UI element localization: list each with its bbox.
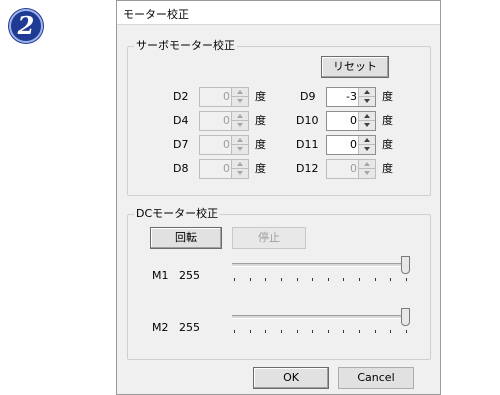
slider-tick — [327, 330, 329, 333]
slider-tick — [265, 330, 267, 333]
spinner-arrows-icon[interactable] — [231, 112, 248, 130]
slider-tick — [265, 278, 267, 281]
m2-slider[interactable] — [230, 308, 410, 340]
spinner-arrows-icon[interactable] — [231, 136, 248, 154]
reset-button[interactable]: リセット — [321, 56, 389, 78]
slider-tick — [312, 278, 314, 281]
step-number-badge: 2 — [9, 9, 43, 43]
slider-tick — [343, 278, 345, 281]
slider-tick — [343, 330, 345, 333]
slider-tick — [406, 278, 407, 281]
slider-tick — [249, 278, 251, 281]
slider-tick — [390, 330, 392, 333]
unit-degree-label: 度 — [255, 90, 266, 103]
slider-tick — [359, 330, 361, 333]
servo-group-title: サーボモーター校正 — [134, 39, 237, 53]
unit-degree-label: 度 — [382, 162, 393, 175]
m1-value: 255 — [179, 269, 200, 282]
m2-slider-ticks — [234, 330, 407, 334]
spinner-arrows-icon[interactable] — [358, 112, 375, 130]
servo-spinner-d9[interactable]: -3 — [326, 87, 376, 107]
servo-label-d7: D7 — [173, 138, 189, 151]
slider-tick — [359, 278, 361, 281]
servo-label-d9: D9 — [300, 90, 316, 103]
m2-slider-track — [232, 315, 404, 319]
servo-spinner-d10[interactable]: 0 — [326, 111, 376, 131]
m1-slider-thumb[interactable] — [401, 256, 410, 274]
servo-label-d11: D11 — [296, 138, 319, 151]
servo-calibration-group: サーボモーター校正 リセット D2 0 度 D9 -3 度 D4 0 度 D10… — [127, 39, 431, 196]
slider-tick — [280, 278, 282, 281]
slider-tick — [280, 330, 282, 333]
motor-calibration-dialog: モーター校正 サーボモーター校正 リセット D2 0 度 D9 -3 度 D4 … — [116, 0, 441, 395]
servo-spinner-d11[interactable]: 0 — [326, 135, 376, 155]
spinner-arrows-icon[interactable] — [358, 136, 375, 154]
servo-value-d2: 0 — [223, 90, 230, 103]
cancel-button[interactable]: Cancel — [338, 367, 414, 389]
m2-label: M2 — [152, 321, 169, 334]
spinner-arrows-icon[interactable] — [231, 88, 248, 106]
slider-tick — [312, 330, 314, 333]
servo-label-d12: D12 — [296, 162, 319, 175]
m1-slider-track — [232, 263, 404, 267]
servo-label-d10: D10 — [296, 114, 319, 127]
m1-slider-ticks — [234, 278, 407, 282]
m1-label: M1 — [152, 269, 169, 282]
slider-tick — [296, 330, 298, 333]
slider-tick — [249, 330, 251, 333]
title-bar: モーター校正 — [117, 1, 440, 25]
spinner-arrows-icon[interactable] — [358, 88, 375, 106]
spinner-arrows-icon[interactable] — [358, 160, 375, 178]
servo-spinner-d2[interactable]: 0 — [199, 87, 249, 107]
servo-label-d8: D8 — [173, 162, 189, 175]
dialog-title: モーター校正 — [123, 8, 189, 21]
unit-degree-label: 度 — [255, 162, 266, 175]
dc-group-title: DCモーター校正 — [134, 207, 221, 221]
slider-tick — [327, 278, 329, 281]
servo-value-d10: 0 — [350, 114, 357, 127]
servo-spinner-d7[interactable]: 0 — [199, 135, 249, 155]
servo-label-d2: D2 — [173, 90, 189, 103]
m2-value: 255 — [179, 321, 200, 334]
unit-degree-label: 度 — [382, 90, 393, 103]
servo-value-d8: 0 — [223, 162, 230, 175]
servo-value-d11: 0 — [350, 138, 357, 151]
servo-value-d12: 0 — [350, 162, 357, 175]
slider-tick — [234, 278, 235, 281]
servo-value-d4: 0 — [223, 114, 230, 127]
unit-degree-label: 度 — [382, 114, 393, 127]
slider-tick — [234, 330, 235, 333]
unit-degree-label: 度 — [255, 138, 266, 151]
slider-tick — [406, 330, 407, 333]
servo-value-d9: -3 — [346, 90, 357, 103]
dc-motor-calibration-group: DCモーター校正 回転 停止 M1 255 M2 255 — [127, 207, 431, 360]
spinner-arrows-icon[interactable] — [231, 160, 248, 178]
servo-spinner-d12[interactable]: 0 — [326, 159, 376, 179]
rotate-button[interactable]: 回転 — [150, 227, 222, 249]
unit-degree-label: 度 — [382, 138, 393, 151]
servo-spinner-d8[interactable]: 0 — [199, 159, 249, 179]
slider-tick — [374, 278, 376, 281]
m2-slider-thumb[interactable] — [401, 308, 410, 326]
ok-button[interactable]: OK — [253, 367, 329, 389]
servo-label-d4: D4 — [173, 114, 189, 127]
servo-value-d7: 0 — [223, 138, 230, 151]
slider-tick — [374, 330, 376, 333]
m1-slider[interactable] — [230, 256, 410, 288]
stop-button[interactable]: 停止 — [232, 227, 306, 249]
servo-spinner-d4[interactable]: 0 — [199, 111, 249, 131]
slider-tick — [296, 278, 298, 281]
slider-tick — [390, 278, 392, 281]
unit-degree-label: 度 — [255, 114, 266, 127]
